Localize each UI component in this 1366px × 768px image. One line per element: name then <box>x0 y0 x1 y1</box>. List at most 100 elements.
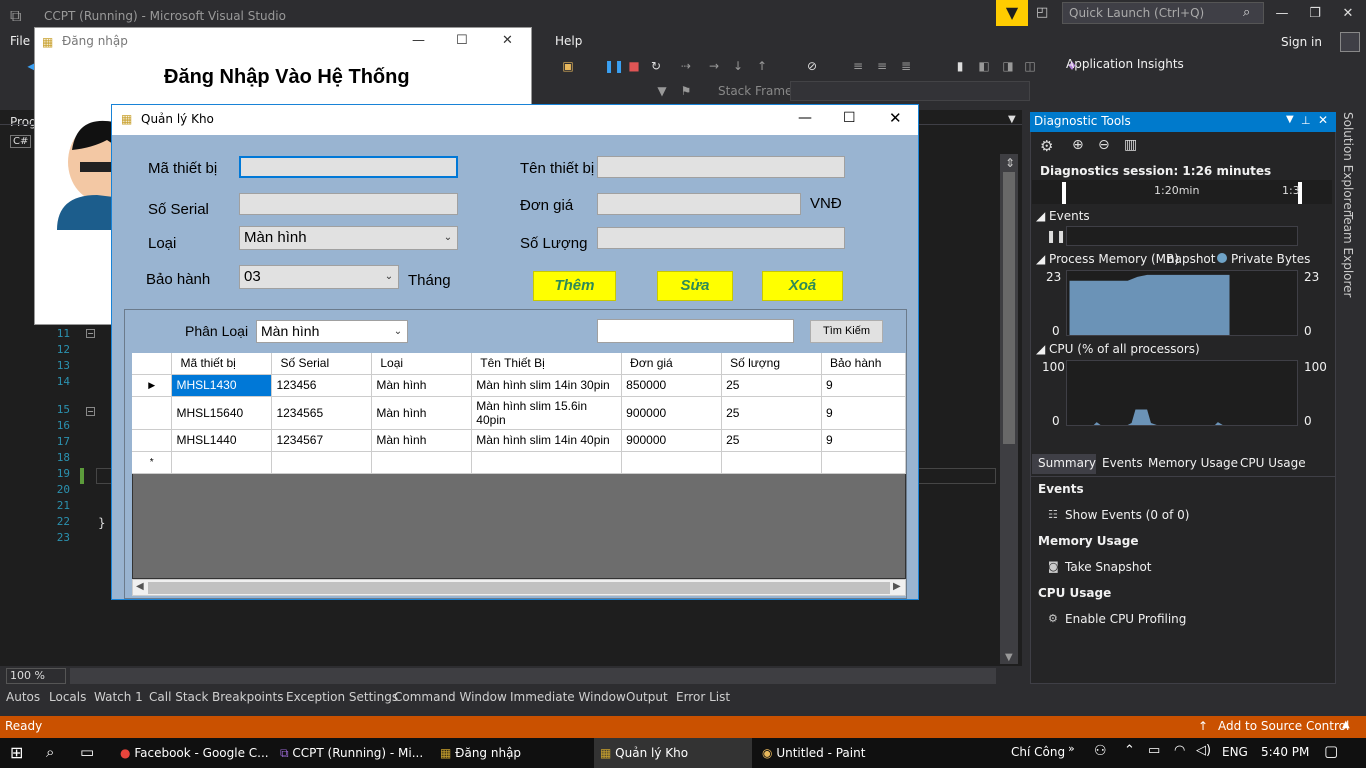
table-cell[interactable] <box>821 451 906 474</box>
taskbar-item-chrome[interactable]: ● Facebook - Google C... <box>114 738 270 768</box>
loai-select[interactable]: Màn hình ⌄ <box>239 226 458 250</box>
warehouse-maximize-icon[interactable]: ☐ <box>843 110 856 126</box>
zoom-dropdown[interactable]: 100 % <box>6 668 66 684</box>
bookmark-next-icon[interactable]: ◨ <box>1000 58 1016 74</box>
tab-locals[interactable]: Locals <box>49 690 86 704</box>
settings-gear-icon[interactable]: ⚙ <box>1040 137 1053 155</box>
table-cell[interactable]: Màn hình slim 14in 30pin <box>471 374 623 397</box>
diag-tab-summary[interactable]: Summary <box>1032 454 1096 474</box>
people-icon[interactable]: ⚇ <box>1094 743 1107 759</box>
tab-immediate-window[interactable]: Immediate Window <box>510 690 626 704</box>
events-track[interactable] <box>1066 226 1298 246</box>
warehouse-close-icon[interactable]: ✕ <box>889 109 902 127</box>
feedback-icon[interactable]: ◰ <box>1036 5 1054 23</box>
stop-icon[interactable]: ■ <box>626 58 642 74</box>
column-header[interactable]: Loại <box>371 353 473 375</box>
timeline-start-handle[interactable] <box>1062 182 1066 204</box>
bookmark-prev-icon[interactable]: ◧ <box>976 58 992 74</box>
table-cell[interactable] <box>471 451 623 474</box>
table-row[interactable]: MHSL1440 1234567 Màn hình Màn hình slim … <box>132 429 906 452</box>
show-next-statement-icon[interactable]: ⇢ <box>678 58 694 74</box>
zoom-out-icon[interactable]: ⊖ <box>1098 137 1110 153</box>
table-cell[interactable]: 123456 <box>271 374 373 397</box>
action-center-icon[interactable]: ▢ <box>1324 742 1338 760</box>
step-over-icon[interactable]: ↓ <box>730 58 746 74</box>
grid-scroll-thumb[interactable] <box>148 582 890 594</box>
phan-loai-select[interactable]: Màn hình ⌄ <box>256 320 408 343</box>
bao-hanh-select[interactable]: 03 ⌄ <box>239 265 399 289</box>
column-header[interactable]: Số Serial <box>271 353 373 375</box>
table-cell[interactable]: 900000 <box>621 429 723 452</box>
tab-exception-settings[interactable]: Exception Settings <box>286 690 398 704</box>
table-cell[interactable]: 900000 <box>621 396 723 430</box>
taskbar-user[interactable]: Chí Công <box>1011 745 1065 759</box>
tab-command-window[interactable]: Command Window <box>394 690 507 704</box>
scroll-down-icon[interactable]: ▼ <box>1005 652 1013 663</box>
editor-horizontal-scrollbar[interactable] <box>70 668 996 684</box>
editor-scroll-thumb[interactable] <box>1003 172 1015 444</box>
wifi-icon[interactable]: ◠ <box>1174 743 1185 758</box>
windows-start-icon[interactable]: ⊞ <box>10 743 23 762</box>
tab-call-stack[interactable]: Call Stack <box>149 690 208 704</box>
account-icon[interactable] <box>1340 32 1360 52</box>
table-row[interactable]: ▶ MHSL1430 123456 Màn hình Màn hình slim… <box>132 374 906 397</box>
table-cell[interactable] <box>721 451 822 474</box>
enable-cpu-profiling-link[interactable]: Enable CPU Profiling <box>1065 612 1186 626</box>
row-selector[interactable] <box>132 396 173 430</box>
diag-tab-memory-usage[interactable]: Memory Usage <box>1148 456 1238 470</box>
column-header[interactable]: Đơn giá <box>621 353 723 375</box>
input-language[interactable]: ENG <box>1222 745 1248 759</box>
taskbar-item-login[interactable]: ▦ Đăng nhập <box>434 738 584 768</box>
taskbar-item-warehouse[interactable]: ▦ Quản lý Kho <box>594 738 752 768</box>
new-row[interactable]: * <box>132 451 906 474</box>
table-cell[interactable]: Màn hình slim 14in 40pin <box>471 429 623 452</box>
dropdown-icon[interactable]: ▼ <box>1286 114 1294 125</box>
table-cell[interactable]: 9 <box>821 374 906 397</box>
breakpoints-icon[interactable]: ⊘ <box>804 58 820 74</box>
cpu-usage-chart[interactable] <box>1066 360 1298 426</box>
table-cell[interactable]: 25 <box>721 396 822 430</box>
warehouse-minimize-icon[interactable]: — <box>798 110 812 126</box>
pin-icon[interactable]: ⊥ <box>1301 114 1311 127</box>
table-cell[interactable]: 9 <box>821 429 906 452</box>
column-header[interactable]: Số lượng <box>721 353 822 375</box>
search-icon[interactable]: ⌕ <box>46 743 54 761</box>
row-selector-icon[interactable]: ▶ <box>132 374 173 397</box>
maximize-icon[interactable]: ❐ <box>1305 4 1325 24</box>
table-cell[interactable]: 25 <box>721 374 822 397</box>
diag-tab-events[interactable]: Events <box>1102 456 1143 470</box>
bookmark-icon[interactable]: ▮ <box>952 58 968 74</box>
step-out-icon[interactable]: ↑ <box>754 58 770 74</box>
table-cell[interactable] <box>271 451 373 474</box>
taskbar-item-visual-studio[interactable]: ⧉ CCPT (Running) - Mi... <box>274 738 430 768</box>
scroll-right-icon[interactable]: ▶ <box>893 581 901 592</box>
menu-help[interactable]: Help <box>555 34 582 48</box>
them-button[interactable]: Thêm <box>533 271 616 301</box>
memory-expander[interactable]: ◢ Process Memory (MB) <box>1036 252 1179 266</box>
so-serial-input[interactable] <box>239 193 458 215</box>
login-maximize-icon[interactable]: ☐ <box>456 33 468 48</box>
table-cell[interactable]: 25 <box>721 429 822 452</box>
clock[interactable]: 5:40 PM <box>1261 745 1309 759</box>
close-icon[interactable]: ✕ <box>1338 4 1358 24</box>
column-header[interactable]: Mã thiết bị <box>171 353 273 375</box>
restart-icon[interactable]: ↻ <box>648 58 664 74</box>
table-cell[interactable]: 1234565 <box>271 396 373 430</box>
table-cell[interactable]: Màn hình <box>371 429 473 452</box>
battery-icon[interactable]: ▭ <box>1148 743 1160 758</box>
process-icon[interactable]: ▣ <box>560 58 576 74</box>
login-close-icon[interactable]: ✕ <box>502 33 513 48</box>
memory-usage-chart[interactable] <box>1066 270 1298 336</box>
table-cell[interactable]: 9 <box>821 396 906 430</box>
bookmark-clear-icon[interactable]: ◫ <box>1022 58 1038 74</box>
table-cell[interactable]: Màn hình slim 15.6in 40pin <box>471 396 623 430</box>
menu-file[interactable]: File <box>10 34 30 48</box>
so-luong-input[interactable] <box>597 227 845 249</box>
pause-icon[interactable]: ❚❚ <box>604 58 624 74</box>
tab-autos[interactable]: Autos <box>6 690 40 704</box>
table-cell[interactable]: Màn hình <box>371 396 473 430</box>
reset-view-icon[interactable]: ▥ <box>1124 137 1137 153</box>
diag-tab-cpu-usage[interactable]: CPU Usage <box>1240 456 1306 470</box>
minimize-icon[interactable]: — <box>1272 4 1292 24</box>
tim-kiem-button[interactable]: Tìm Kiếm <box>810 320 883 343</box>
